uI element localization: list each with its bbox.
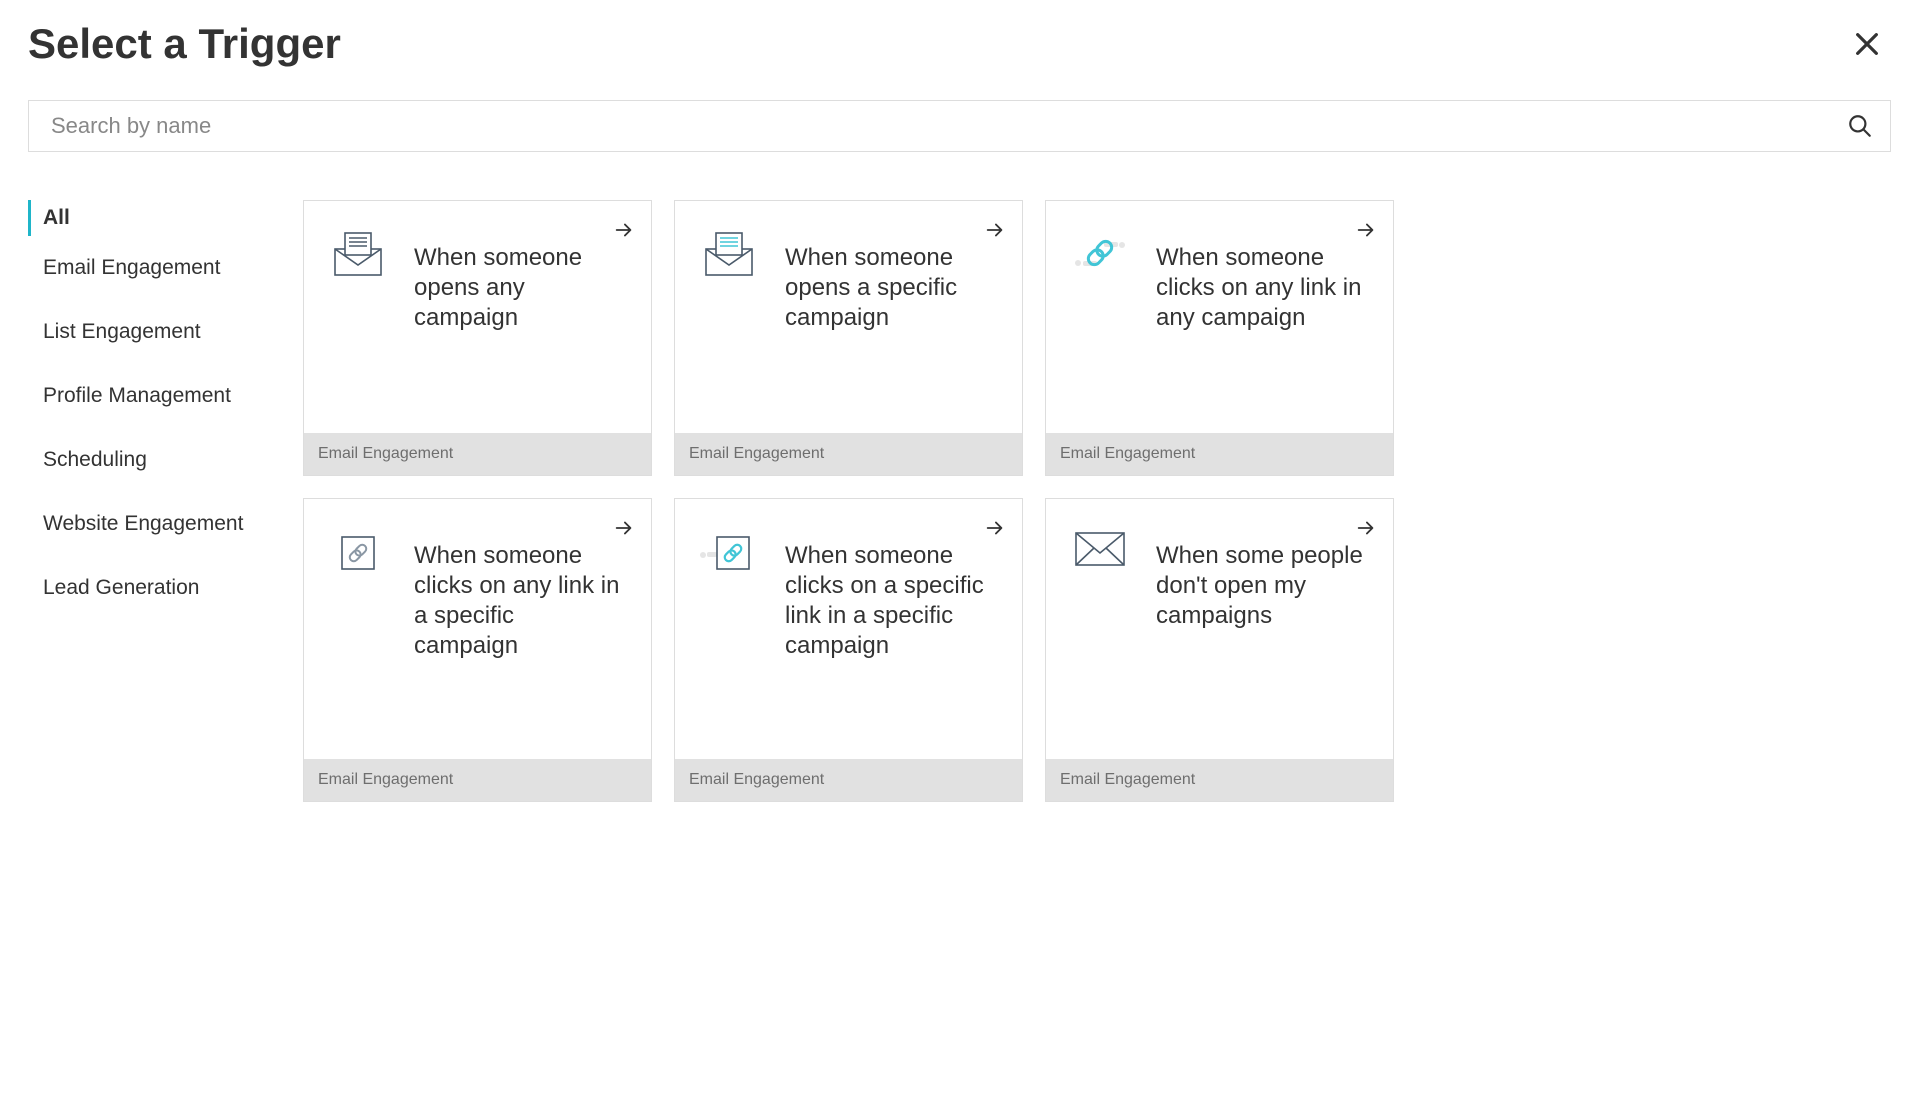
trigger-card-title: When someone opens a specific campaign <box>785 225 1002 413</box>
envelope-closed-icon <box>1064 523 1136 739</box>
sidebar-item-email-engagement[interactable]: Email Engagement <box>28 236 283 300</box>
trigger-card[interactable]: When someone clicks on any link in a spe… <box>303 498 652 802</box>
close-icon <box>1851 28 1883 60</box>
trigger-card-title: When someone opens any campaign <box>414 225 631 413</box>
close-button[interactable] <box>1843 20 1891 68</box>
trigger-card-category: Email Engagement <box>675 433 1022 475</box>
trigger-card[interactable]: When someone opens a specific campaign Em… <box>674 200 1023 476</box>
arrow-right-icon <box>613 517 635 539</box>
trigger-card-title: When someone clicks on any link in a spe… <box>414 523 631 739</box>
sidebar-item-lead-generation[interactable]: Lead Generation <box>28 556 283 620</box>
envelope-open-blue-icon <box>693 225 765 413</box>
trigger-card[interactable]: When someone opens any campaign Email Eng… <box>303 200 652 476</box>
trigger-card-category: Email Engagement <box>675 759 1022 801</box>
trigger-card-title: When some people don't open my campaigns <box>1156 523 1373 739</box>
trigger-card-title: When someone clicks on any link in any c… <box>1156 225 1373 413</box>
envelope-open-icon <box>322 225 394 413</box>
arrow-right-icon <box>984 517 1006 539</box>
trigger-card[interactable]: When someone clicks on a specific link i… <box>674 498 1023 802</box>
category-sidebar: AllEmail EngagementList EngagementProfil… <box>28 200 283 820</box>
trigger-card[interactable]: When someone clicks on any link in any c… <box>1045 200 1394 476</box>
sidebar-item-list-engagement[interactable]: List Engagement <box>28 300 283 364</box>
arrow-right-icon <box>984 219 1006 241</box>
link-box-blue-icon <box>693 523 765 739</box>
sidebar-item-website-engagement[interactable]: Website Engagement <box>28 492 283 556</box>
link-blue-icon <box>1064 225 1136 413</box>
sidebar-item-all[interactable]: All <box>28 200 283 236</box>
trigger-card-category: Email Engagement <box>304 433 651 475</box>
trigger-cards-grid[interactable]: When someone opens any campaign Email Eng… <box>303 200 1891 820</box>
arrow-right-icon <box>1355 219 1377 241</box>
search-input[interactable] <box>28 100 1891 152</box>
trigger-card-title: When someone clicks on a specific link i… <box>785 523 1002 739</box>
page-title: Select a Trigger <box>28 20 341 68</box>
arrow-right-icon <box>613 219 635 241</box>
trigger-card[interactable]: When some people don't open my campaigns… <box>1045 498 1394 802</box>
trigger-card-category: Email Engagement <box>1046 759 1393 801</box>
trigger-card-category: Email Engagement <box>1046 433 1393 475</box>
search-icon[interactable] <box>1847 113 1873 139</box>
trigger-card-category: Email Engagement <box>304 759 651 801</box>
sidebar-item-scheduling[interactable]: Scheduling <box>28 428 283 492</box>
sidebar-item-profile-management[interactable]: Profile Management <box>28 364 283 428</box>
link-box-icon <box>322 523 394 739</box>
arrow-right-icon <box>1355 517 1377 539</box>
